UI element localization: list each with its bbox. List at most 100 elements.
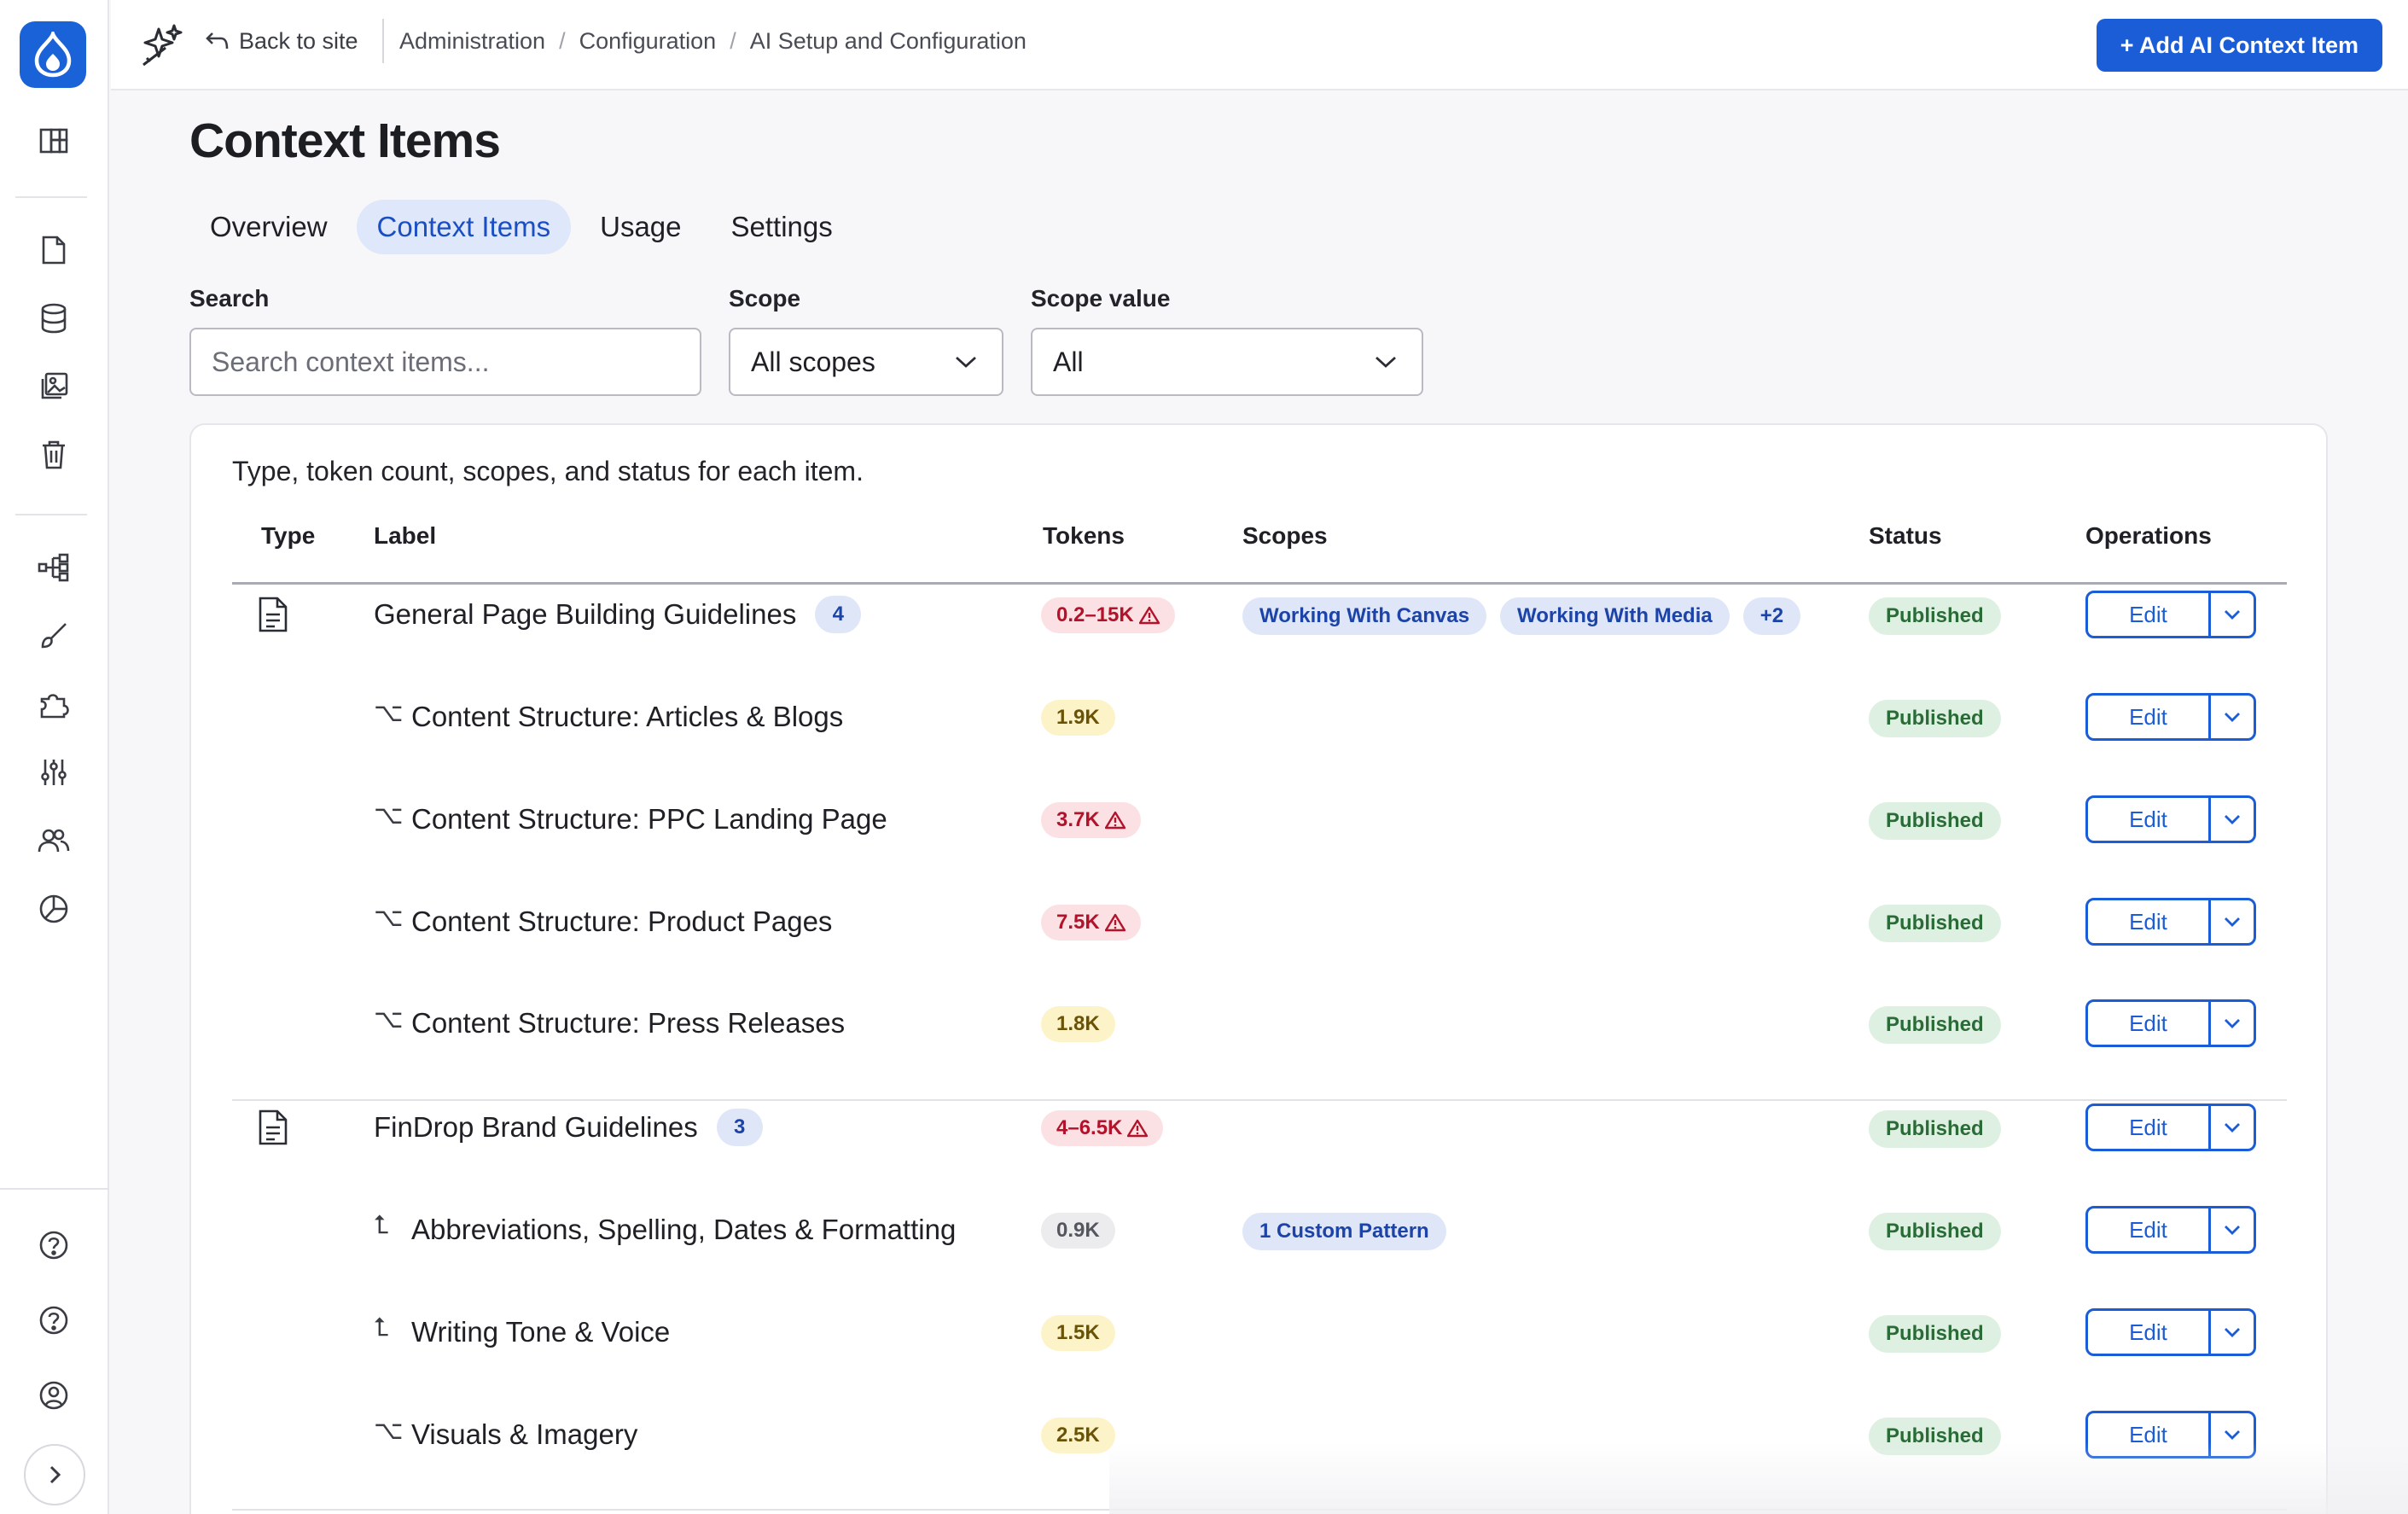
operations-dropbutton: Edit bbox=[2085, 693, 2256, 741]
edit-button[interactable]: Edit bbox=[2088, 1311, 2211, 1354]
scope-chip[interactable]: 1 Custom Pattern bbox=[1242, 1213, 1446, 1250]
table-row: General Page Building Guidelines 4 0.2–15K… bbox=[191, 589, 2329, 640]
configuration-icon[interactable] bbox=[34, 753, 73, 792]
operations-toggle-button[interactable] bbox=[2211, 1002, 2254, 1045]
scope-chip[interactable]: +2 bbox=[1742, 597, 1801, 635]
operations-toggle-button[interactable] bbox=[2211, 593, 2254, 636]
trash-icon[interactable] bbox=[34, 435, 73, 475]
child-connector-icon: ⌥ bbox=[374, 801, 404, 830]
scope-chip[interactable]: Working With Canvas bbox=[1242, 597, 1487, 635]
scope-select[interactable]: All scopes bbox=[729, 328, 1003, 396]
status-badge: Published bbox=[1869, 700, 2001, 737]
token-value: 3.7K bbox=[1056, 808, 1100, 831]
edit-button[interactable]: Edit bbox=[2088, 696, 2211, 738]
token-value: 7.5K bbox=[1056, 911, 1100, 934]
token-badge: 3.7K bbox=[1041, 802, 1141, 838]
add-ai-context-item-button[interactable]: + Add AI Context Item bbox=[2096, 19, 2382, 72]
row-label[interactable]: Abbreviations, Spelling, Dates & Formatt… bbox=[411, 1214, 956, 1246]
row-label[interactable]: Content Structure: PPC Landing Page bbox=[411, 803, 887, 836]
scope-chip[interactable]: Working With Media bbox=[1500, 597, 1730, 635]
people-icon[interactable] bbox=[34, 821, 73, 860]
edit-button[interactable]: Edit bbox=[2088, 1208, 2211, 1251]
operations-toggle-button[interactable] bbox=[2211, 696, 2254, 738]
tab-overview[interactable]: Overview bbox=[189, 200, 348, 254]
reports-icon[interactable] bbox=[34, 889, 73, 929]
scope-label: Scope bbox=[729, 285, 801, 312]
table-row: ⌥ Content Structure: Product Pages 7.5K Pub… bbox=[191, 896, 2329, 947]
child-connector-icon: ⌥ bbox=[374, 1004, 404, 1034]
operations-dropbutton: Edit bbox=[2085, 591, 2256, 638]
token-badge: 1.5K bbox=[1041, 1315, 1115, 1351]
edit-button[interactable]: Edit bbox=[2088, 900, 2211, 943]
column-header-status: Status bbox=[1869, 522, 1942, 549]
chevron-down-icon bbox=[2225, 1328, 2240, 1337]
chevron-down-icon bbox=[1376, 356, 1396, 368]
operations-toggle-button[interactable] bbox=[2211, 1106, 2254, 1149]
chevron-down-icon bbox=[2225, 917, 2240, 927]
search-field bbox=[189, 328, 701, 396]
edit-button[interactable]: Edit bbox=[2088, 798, 2211, 841]
scope-value-select[interactable]: All bbox=[1031, 328, 1423, 396]
chevron-down-icon bbox=[2225, 1430, 2240, 1440]
operations-toggle-button[interactable] bbox=[2211, 1208, 2254, 1251]
tab-settings[interactable]: Settings bbox=[711, 200, 853, 254]
edit-button[interactable]: Edit bbox=[2088, 1002, 2211, 1045]
user-account-icon[interactable] bbox=[34, 1376, 73, 1415]
help-icon[interactable] bbox=[34, 1226, 73, 1265]
token-value: 1.8K bbox=[1056, 1012, 1100, 1035]
operations-toggle-button[interactable] bbox=[2211, 900, 2254, 943]
operations-toggle-button[interactable] bbox=[2211, 1311, 2254, 1354]
row-label[interactable]: General Page Building Guidelines bbox=[374, 598, 796, 631]
back-to-site-link[interactable]: Back to site bbox=[205, 24, 358, 58]
token-value: 4–6.5K bbox=[1056, 1116, 1123, 1139]
content-icon[interactable] bbox=[34, 230, 73, 270]
database-icon[interactable] bbox=[34, 299, 73, 338]
rail-divider bbox=[15, 514, 87, 515]
breadcrumb-ai-setup[interactable]: AI Setup and Configuration bbox=[750, 28, 1027, 55]
drupal-logo-icon[interactable] bbox=[20, 21, 86, 88]
row-label[interactable]: Visuals & Imagery bbox=[411, 1418, 637, 1451]
token-badge: 7.5K bbox=[1041, 905, 1141, 940]
column-header-type: Type bbox=[261, 522, 316, 549]
structure-icon[interactable] bbox=[34, 548, 73, 587]
back-arrow-icon bbox=[206, 32, 229, 49]
row-label-cell: General Page Building Guidelines 4 bbox=[374, 589, 862, 640]
dashboard-icon[interactable] bbox=[34, 121, 73, 160]
breadcrumb-configuration[interactable]: Configuration bbox=[579, 28, 717, 55]
token-value: 2.5K bbox=[1056, 1424, 1100, 1447]
token-badge: 1.9K bbox=[1041, 700, 1115, 736]
chevron-down-icon bbox=[2225, 1226, 2240, 1235]
scope-list: 1 Custom Pattern bbox=[1242, 1213, 1446, 1250]
search-input[interactable] bbox=[212, 346, 679, 378]
operations-toggle-button[interactable] bbox=[2211, 1413, 2254, 1456]
child-count-badge: 3 bbox=[716, 1109, 763, 1146]
child-connector-icon: ⌥ bbox=[374, 1416, 404, 1445]
group-divider bbox=[232, 1509, 2287, 1511]
edit-button[interactable]: Edit bbox=[2088, 593, 2211, 636]
ai-sparkle-icon[interactable] bbox=[140, 22, 186, 68]
edit-button[interactable]: Edit bbox=[2088, 1413, 2211, 1456]
row-label[interactable]: Content Structure: Articles & Blogs bbox=[411, 701, 843, 733]
appearance-icon[interactable] bbox=[34, 616, 73, 655]
rail-divider bbox=[0, 1188, 109, 1190]
topbar-divider bbox=[382, 19, 384, 63]
breadcrumb-administration[interactable]: Administration bbox=[399, 28, 545, 55]
row-label[interactable]: FinDrop Brand Guidelines bbox=[374, 1111, 698, 1144]
tab-usage[interactable]: Usage bbox=[579, 200, 701, 254]
media-icon[interactable] bbox=[34, 367, 73, 406]
edit-button[interactable]: Edit bbox=[2088, 1106, 2211, 1149]
expand-sidebar-button[interactable] bbox=[24, 1444, 85, 1505]
rail-divider bbox=[15, 196, 87, 198]
column-header-label: Label bbox=[374, 522, 437, 549]
row-label[interactable]: Writing Tone & Voice bbox=[411, 1316, 670, 1348]
operations-toggle-button[interactable] bbox=[2211, 798, 2254, 841]
child-connector-icon: ⌥ bbox=[374, 698, 404, 727]
row-label[interactable]: Content Structure: Press Releases bbox=[411, 1007, 845, 1039]
document-icon bbox=[256, 1109, 290, 1146]
child-connector-icon: ⌥ bbox=[374, 903, 404, 932]
extend-icon[interactable] bbox=[34, 684, 73, 724]
table-row: FinDrop Brand Guidelines 3 4–6.5K Published… bbox=[191, 1102, 2329, 1153]
tab-context-items[interactable]: Context Items bbox=[356, 200, 572, 254]
row-label[interactable]: Content Structure: Product Pages bbox=[411, 905, 832, 938]
help-circle-icon[interactable] bbox=[34, 1301, 73, 1340]
